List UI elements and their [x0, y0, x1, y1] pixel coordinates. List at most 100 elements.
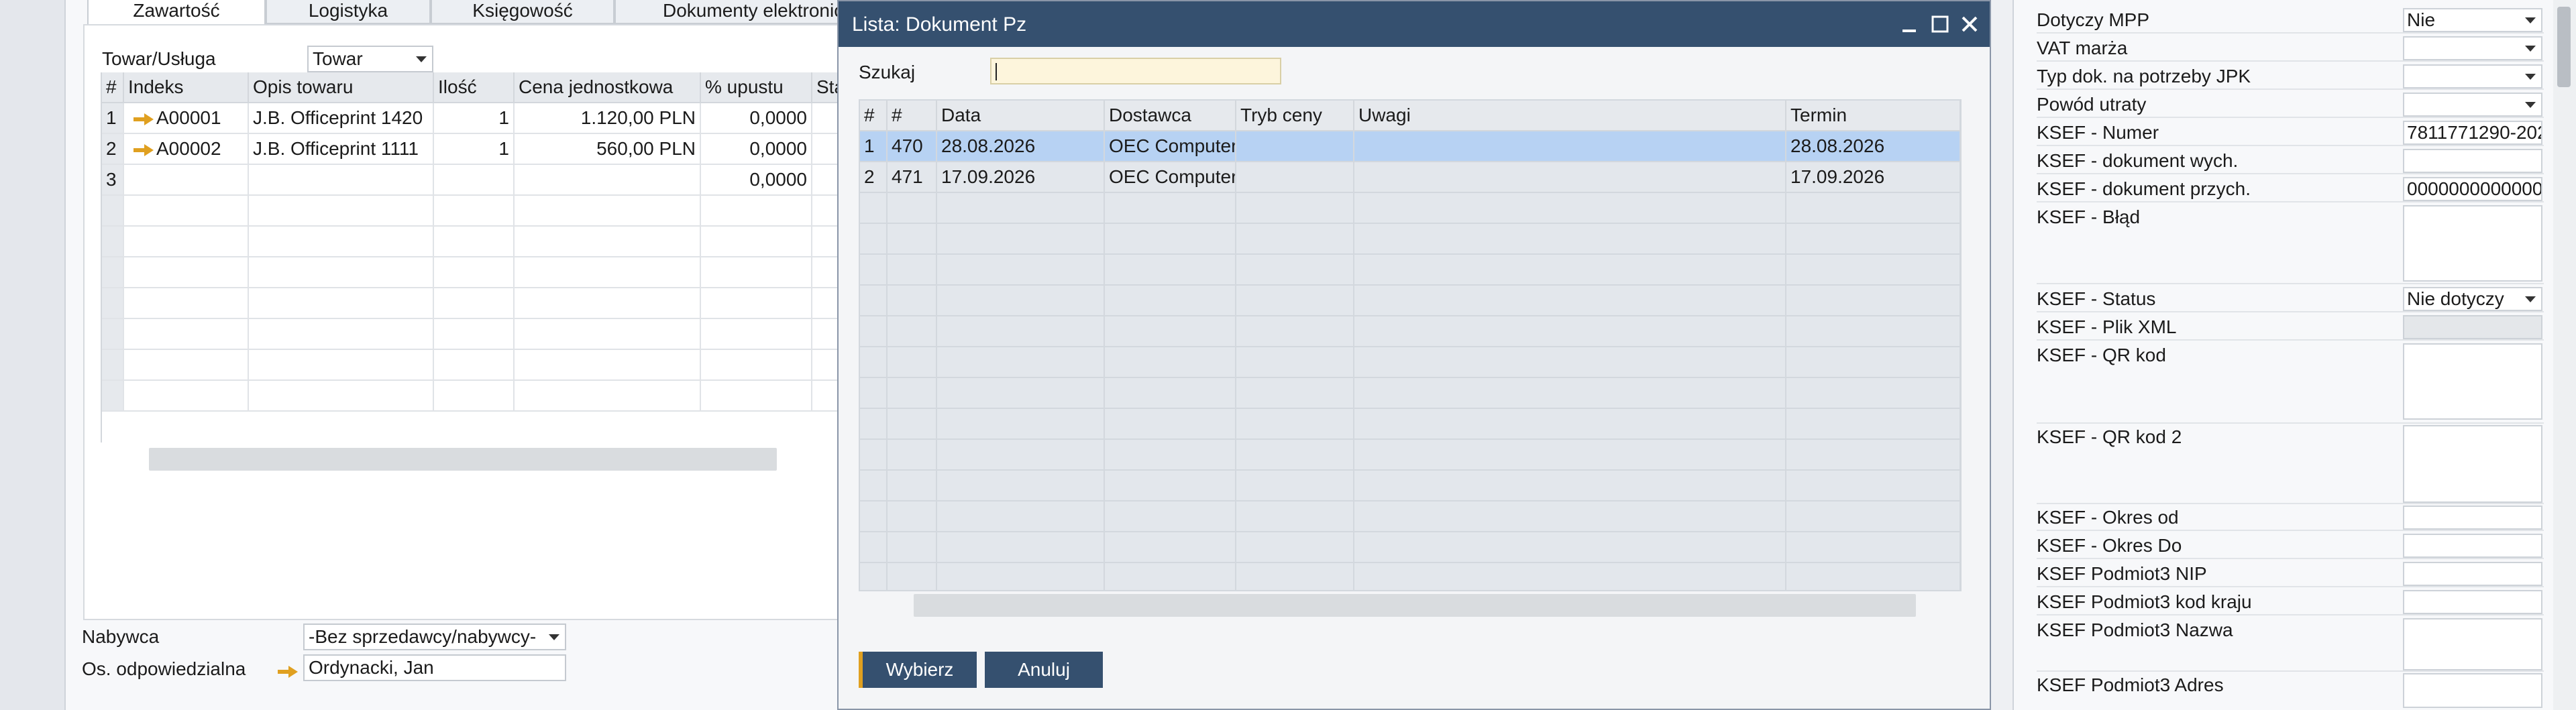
field-ksef-plik-xml: KSEF - Plik XML [2037, 314, 2544, 341]
responsible-label: Os. odpowiedzialna [82, 658, 246, 679]
row-doc-number[interactable]: 470 [887, 131, 937, 162]
col-header-discount[interactable]: % upustu [700, 72, 812, 103]
typ-dok-jpk-select[interactable] [2403, 64, 2542, 88]
ksef-blad-textarea[interactable] [2403, 205, 2542, 282]
table-row[interactable]: 2 471 17.09.2026 OEC Computers 17.09.202… [860, 162, 1960, 193]
field-ksef-qr-kod: KSEF - QR kod [2037, 342, 2544, 424]
col-header-doc-number[interactable]: # [887, 101, 937, 131]
col-header-status[interactable]: Sta [812, 72, 840, 103]
tab-ksiegowosc[interactable]: Księgowość [431, 0, 614, 24]
pz-table-hscrollbar[interactable] [914, 594, 1916, 617]
col-header-description[interactable]: Opis towaru [248, 72, 434, 103]
col-header-row-number[interactable]: # [860, 101, 888, 131]
cancel-button[interactable]: Anuluj [985, 652, 1103, 688]
table-row[interactable]: 1 470 28.08.2026 OEC Computers 28.08.202… [860, 131, 1960, 162]
responsible-link-arrow[interactable] [278, 660, 298, 678]
ksef-podmiot3-adres-field[interactable] [2403, 673, 2542, 708]
table-row[interactable]: 1 A00001 J.B. Officeprint 1420 1 1.120,0… [102, 103, 840, 134]
row-unit-price[interactable] [514, 164, 701, 196]
ksef-plik-xml-field[interactable] [2403, 315, 2542, 339]
col-header-notes[interactable]: Uwagi [1354, 101, 1786, 131]
row-number: 3 [102, 164, 124, 196]
row-index[interactable]: A00002 [123, 133, 249, 165]
tab-logistyka[interactable]: Logistyka [266, 0, 431, 24]
pz-table-header: # # Data Dostawca Tryb ceny Uwagi Termin [860, 101, 1960, 131]
chevron-down-icon [416, 56, 427, 62]
ksef-dokument-przych-input[interactable]: 000000000000000 [2403, 177, 2542, 201]
col-header-number[interactable]: # [102, 72, 124, 103]
link-arrow-icon[interactable] [133, 143, 154, 156]
row-unit-price[interactable]: 560,00 PLN [514, 133, 701, 165]
row-due-date[interactable]: 17.09.2026 [1786, 162, 1960, 193]
ksef-podmiot3-kod-kraju-input[interactable] [2403, 590, 2542, 614]
link-arrow-icon[interactable] [133, 113, 154, 125]
ksef-numer-input[interactable]: 7811771290-202 [2403, 121, 2542, 145]
col-header-date[interactable]: Data [936, 101, 1105, 131]
powod-utraty-select[interactable] [2403, 93, 2542, 117]
row-doc-number[interactable]: 471 [887, 162, 937, 193]
table-row[interactable]: 2 A00002 J.B. Officeprint 1111 1 560,00 … [102, 133, 840, 165]
ksef-qr-kod-2-field[interactable] [2403, 425, 2542, 503]
item-service-value: Towar [313, 48, 363, 69]
field-value: Nie [2407, 9, 2436, 30]
row-discount[interactable]: 0,0000 [700, 133, 812, 165]
responsible-field[interactable]: Ordynacki, Jan [303, 654, 566, 681]
minimize-icon[interactable] [1896, 11, 1923, 38]
vat-marza-select[interactable] [2403, 36, 2542, 60]
buyer-select[interactable]: -Bez sprzedawcy/nabywcy- [303, 624, 566, 650]
choose-button[interactable]: Wybierz [859, 652, 977, 688]
close-icon[interactable] [1956, 11, 1983, 38]
search-input[interactable] [990, 58, 1281, 84]
items-table-hscrollbar[interactable] [149, 448, 777, 471]
col-header-quantity[interactable]: Ilość [433, 72, 515, 103]
row-price-mode[interactable] [1236, 162, 1354, 193]
ksef-podmiot3-nazwa-field[interactable] [2403, 618, 2542, 670]
ksef-okres-od-input[interactable] [2403, 506, 2542, 530]
row-description[interactable]: J.B. Officeprint 1420 [248, 103, 434, 134]
maximize-icon[interactable] [1927, 11, 1953, 38]
row-quantity[interactable]: 1 [433, 103, 515, 134]
row-index[interactable]: A00001 [123, 103, 249, 134]
row-status[interactable] [812, 133, 840, 165]
field-label: KSEF - Okres od [2037, 507, 2179, 528]
row-discount[interactable]: 0,0000 [700, 164, 812, 196]
tab-dokumenty-elektroniczne[interactable]: Dokumenty elektroniczne [614, 0, 840, 24]
row-notes[interactable] [1354, 162, 1786, 193]
row-index[interactable] [123, 164, 249, 196]
col-header-unit-price[interactable]: Cena jednostkowa [514, 72, 701, 103]
row-date[interactable]: 17.09.2026 [936, 162, 1105, 193]
ksef-status-select[interactable]: Nie dotyczy [2403, 287, 2542, 311]
row-due-date[interactable]: 28.08.2026 [1786, 131, 1960, 162]
row-discount[interactable]: 0,0000 [700, 103, 812, 134]
col-header-price-mode[interactable]: Tryb ceny [1236, 101, 1354, 131]
tab-zawartosc[interactable]: Zawartość [87, 0, 266, 24]
dialog-titlebar[interactable]: Lista: Dokument Pz [839, 1, 1990, 47]
dotyczy-mpp-select[interactable]: Nie [2403, 8, 2542, 32]
row-description[interactable] [248, 164, 434, 196]
row-unit-price[interactable]: 1.120,00 PLN [514, 103, 701, 134]
table-row[interactable]: 3 0,0000 [102, 164, 840, 196]
row-quantity[interactable] [433, 164, 515, 196]
item-service-select[interactable]: Towar [307, 46, 433, 72]
row-notes[interactable] [1354, 131, 1786, 162]
col-header-due-date[interactable]: Termin [1786, 101, 1960, 131]
ksef-qr-kod-field[interactable] [2403, 343, 2542, 420]
col-header-supplier[interactable]: Dostawca [1104, 101, 1236, 131]
row-supplier[interactable]: OEC Computers [1104, 162, 1236, 193]
field-value: Nie dotyczy [2407, 288, 2504, 309]
row-date[interactable]: 28.08.2026 [936, 131, 1105, 162]
ksef-podmiot3-nip-input[interactable] [2403, 562, 2542, 586]
row-status[interactable] [812, 164, 840, 196]
right-panel-vscrollbar[interactable] [2553, 0, 2576, 710]
ksef-okres-do-input[interactable] [2403, 534, 2542, 558]
field-label: KSEF Podmiot3 NIP [2037, 563, 2207, 584]
row-description[interactable]: J.B. Officeprint 1111 [248, 133, 434, 165]
row-price-mode[interactable] [1236, 131, 1354, 162]
row-quantity[interactable]: 1 [433, 133, 515, 165]
row-supplier[interactable]: OEC Computers [1104, 131, 1236, 162]
col-header-index[interactable]: Indeks [123, 72, 249, 103]
link-arrow-icon[interactable] [278, 665, 298, 678]
ksef-dokument-wych-input[interactable] [2403, 149, 2542, 173]
right-panel-vscroll-thumb[interactable] [2557, 7, 2571, 87]
row-status[interactable] [812, 103, 840, 134]
